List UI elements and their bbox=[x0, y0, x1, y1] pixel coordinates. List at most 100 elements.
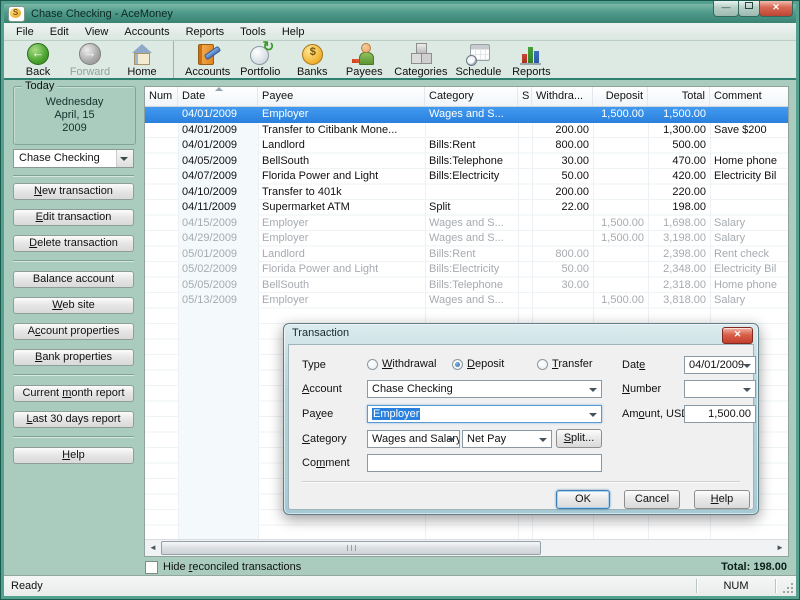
horizontal-scrollbar[interactable]: ◄ ► bbox=[145, 539, 788, 556]
cell-deposit: 1,500.00 bbox=[593, 231, 648, 247]
column-header-total[interactable]: Total bbox=[648, 87, 710, 106]
table-row[interactable]: 04/01/2009 Employer Wages and S... 1,500… bbox=[145, 107, 788, 123]
column-header-status[interactable]: S bbox=[518, 87, 532, 106]
menu-item[interactable]: Accounts bbox=[116, 24, 177, 40]
table-row[interactable]: 04/01/2009 Landlord Bills:Rent 800.00 50… bbox=[145, 138, 788, 154]
cell-comment bbox=[710, 107, 788, 123]
cell-date: 04/10/2009 bbox=[178, 185, 258, 201]
dialog-close-icon[interactable]: ✕ bbox=[722, 327, 753, 344]
cell-payee: BellSouth bbox=[258, 154, 425, 170]
table-row[interactable]: 04/29/2009 Employer Wages and S... 1,500… bbox=[145, 231, 788, 247]
today-panel-title: Today bbox=[22, 80, 57, 92]
ok-button[interactable]: OK bbox=[556, 490, 610, 509]
maximize-button[interactable] bbox=[738, 1, 760, 17]
cell-date: 04/01/2009 bbox=[178, 107, 258, 123]
category-combobox[interactable]: Wages and Salary bbox=[367, 430, 460, 448]
menu-item[interactable]: File bbox=[8, 24, 42, 40]
toolbar-button[interactable]: Home bbox=[116, 41, 174, 78]
menu-item[interactable]: Edit bbox=[42, 24, 77, 40]
table-row[interactable]: 04/05/2009 BellSouth Bills:Telephone 30.… bbox=[145, 154, 788, 170]
cell-num bbox=[145, 278, 178, 294]
forward-icon bbox=[77, 42, 103, 66]
cell-category: Wages and S... bbox=[425, 293, 518, 309]
table-row[interactable]: 04/15/2009 Employer Wages and S... 1,500… bbox=[145, 216, 788, 232]
sidebar-button[interactable]: Delete transaction bbox=[13, 235, 134, 252]
amount-field[interactable]: 1,500.00 bbox=[684, 405, 756, 423]
radio-icon bbox=[537, 359, 548, 370]
toolbar-button[interactable]: Schedule bbox=[451, 41, 505, 78]
close-button[interactable]: ✕ bbox=[759, 1, 793, 17]
toolbar-button[interactable]: Banks bbox=[286, 41, 338, 78]
scroll-right-icon[interactable]: ► bbox=[772, 540, 788, 555]
table-row[interactable]: 05/02/2009 Florida Power and Light Bills… bbox=[145, 262, 788, 278]
type-radio[interactable]: Deposit bbox=[452, 357, 504, 371]
menu-item[interactable]: Reports bbox=[178, 24, 233, 40]
cell-withdrawal: 200.00 bbox=[532, 185, 593, 201]
cell-date: 04/29/2009 bbox=[178, 231, 258, 247]
toolbar-button[interactable]: Accounts bbox=[181, 41, 234, 78]
table-row[interactable]: 05/01/2009 Landlord Bills:Rent 800.00 2,… bbox=[145, 247, 788, 263]
table-row[interactable]: 04/01/2009 Transfer to Citibank Mone... … bbox=[145, 123, 788, 139]
table-row[interactable]: 05/05/2009 BellSouth Bills:Telephone 30.… bbox=[145, 278, 788, 294]
subcategory-combobox[interactable]: Net Pay bbox=[462, 430, 552, 448]
toolbar-button[interactable]: Portfolio bbox=[234, 41, 286, 78]
status-message: Ready bbox=[4, 580, 696, 592]
column-header-num[interactable]: Num bbox=[145, 87, 178, 106]
type-radio[interactable]: Withdrawal bbox=[367, 357, 436, 371]
sidebar-button[interactable]: Account properties bbox=[13, 323, 134, 340]
cell-total: 1,698.00 bbox=[648, 216, 710, 232]
column-header-withdrawal[interactable]: Withdra... bbox=[532, 87, 593, 106]
cancel-button[interactable]: Cancel bbox=[624, 490, 680, 509]
table-row[interactable]: 05/13/2009 Employer Wages and S... 1,500… bbox=[145, 293, 788, 309]
sidebar-button[interactable]: Help bbox=[13, 447, 134, 464]
number-combobox[interactable] bbox=[684, 380, 756, 398]
app-icon bbox=[8, 6, 25, 22]
column-header-payee[interactable]: Payee bbox=[258, 87, 425, 106]
scrollbar-thumb[interactable] bbox=[161, 541, 541, 555]
cell-date: 04/01/2009 bbox=[178, 123, 258, 139]
account-selector[interactable]: Chase Checking bbox=[13, 149, 134, 168]
toolbar-button[interactable]: Back bbox=[12, 41, 64, 78]
menu-item[interactable]: View bbox=[77, 24, 117, 40]
column-header-comment[interactable]: Comment bbox=[710, 87, 788, 106]
cell-num bbox=[145, 247, 178, 263]
help-button[interactable]: Help bbox=[694, 490, 750, 509]
sidebar-button[interactable]: Current month report bbox=[13, 385, 134, 402]
type-radio[interactable]: Transfer bbox=[537, 357, 593, 371]
column-header-date[interactable]: Date bbox=[178, 87, 258, 106]
sidebar-button[interactable]: Bank properties bbox=[13, 349, 134, 366]
toolbar-button-label: Reports bbox=[512, 66, 551, 78]
table-row[interactable]: 04/07/2009 Florida Power and Light Bills… bbox=[145, 169, 788, 185]
sidebar-button[interactable]: Last 30 days report bbox=[13, 411, 134, 428]
cell-category bbox=[425, 123, 518, 139]
menu-item[interactable]: Help bbox=[274, 24, 313, 40]
split-button[interactable]: Split... bbox=[556, 429, 602, 448]
table-row[interactable]: 04/11/2009 Supermarket ATM Split 22.00 1… bbox=[145, 200, 788, 216]
home-icon bbox=[129, 42, 155, 66]
minimize-button[interactable]: — bbox=[713, 1, 739, 17]
cell-comment bbox=[710, 138, 788, 154]
resize-grip[interactable] bbox=[776, 576, 796, 596]
category-label: Category bbox=[302, 433, 347, 445]
hide-reconciled-checkbox[interactable] bbox=[145, 561, 158, 574]
toolbar-button-label: Schedule bbox=[455, 66, 501, 78]
account-combobox[interactable]: Chase Checking bbox=[367, 380, 602, 398]
sidebar-button[interactable]: Edit transaction bbox=[13, 209, 134, 226]
comment-field[interactable] bbox=[367, 454, 602, 472]
cell-comment: Electricity Bil bbox=[710, 169, 788, 185]
cell-deposit bbox=[593, 185, 648, 201]
column-header-category[interactable]: Category bbox=[425, 87, 518, 106]
payee-combobox[interactable]: Employer bbox=[367, 405, 602, 423]
toolbar-button[interactable]: Forward bbox=[64, 41, 116, 78]
table-row[interactable]: 04/10/2009 Transfer to 401k 200.00 220.0… bbox=[145, 185, 788, 201]
date-combobox[interactable]: 04/01/2009 bbox=[684, 356, 756, 374]
sidebar-button[interactable]: New transaction bbox=[13, 183, 134, 200]
scroll-left-icon[interactable]: ◄ bbox=[145, 540, 161, 555]
column-header-deposit[interactable]: Deposit bbox=[593, 87, 648, 106]
sidebar-button[interactable]: Web site bbox=[13, 297, 134, 314]
toolbar-button[interactable]: Reports bbox=[505, 41, 557, 78]
toolbar-button[interactable]: Payees bbox=[338, 41, 390, 78]
toolbar-button[interactable]: Categories bbox=[390, 41, 451, 78]
cell-category: Bills:Electricity bbox=[425, 169, 518, 185]
sidebar-button[interactable]: Balance account bbox=[13, 271, 134, 288]
